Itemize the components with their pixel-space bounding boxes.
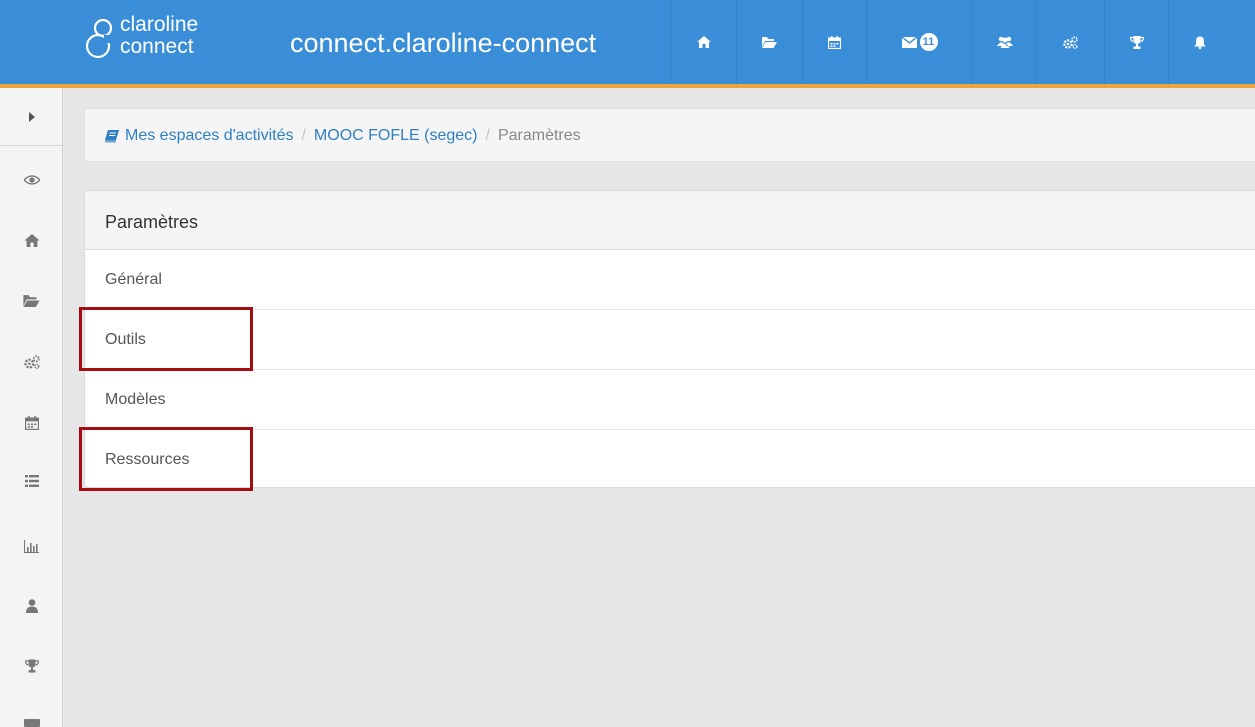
claroline-logo[interactable]: claroline connect (84, 12, 254, 74)
highlight-box-tools (79, 307, 253, 371)
eye-icon (23, 175, 40, 185)
settings-item-general[interactable]: Général (85, 250, 1255, 310)
workspace-sidebar (0, 88, 63, 727)
breadcrumb-separator: / (301, 127, 306, 144)
breadcrumb-current: Paramètres (497, 127, 581, 144)
sidebar-item-keyboard[interactable] (0, 692, 63, 727)
folder-open-icon (23, 294, 40, 307)
nav-messages-button[interactable]: 11 (866, 0, 972, 84)
nav-badges-button[interactable] (1104, 0, 1168, 84)
settings-item-tools[interactable]: Outils (85, 310, 1255, 370)
users-icon (996, 36, 1013, 48)
sidebar-item-agenda[interactable] (0, 393, 63, 453)
home-icon (696, 36, 711, 48)
folder-open-icon (762, 37, 777, 48)
sidebar-item-resources[interactable] (0, 270, 63, 330)
nav-notifications-button[interactable] (1168, 0, 1230, 84)
breadcrumb: Mes espaces d'activités / MOOC FOFLE (se… (84, 108, 1255, 162)
breadcrumb-workspaces-link[interactable]: Mes espaces d'activités (125, 126, 293, 146)
bell-icon (1193, 36, 1206, 49)
top-navbar: claroline connect connect.claroline-conn… (0, 0, 1255, 88)
breadcrumb-workspace-link[interactable]: MOOC FOFLE (segec) (314, 126, 478, 146)
cogs-icon (23, 355, 40, 369)
breadcrumb-separator: / (485, 127, 490, 144)
sidebar-item-home[interactable] (0, 210, 63, 270)
sidebar-toggle-button[interactable] (0, 88, 63, 146)
keyboard-icon (23, 719, 40, 727)
nav-admin-button[interactable] (1036, 0, 1104, 84)
trophy-icon (24, 659, 39, 673)
sidebar-item-analytics[interactable] (0, 516, 63, 576)
sidebar-item-list[interactable] (0, 451, 63, 511)
calendar-icon (24, 416, 39, 430)
logo-text-line1: claroline (120, 13, 199, 36)
messages-count-badge: 11 (919, 33, 938, 51)
envelope-icon (901, 36, 917, 48)
settings-item-models[interactable]: Modèles (85, 370, 1255, 430)
header-nav: 11 (670, 0, 1230, 84)
settings-panel-header: Paramètres (85, 191, 1255, 250)
nav-home-button[interactable] (670, 0, 736, 84)
nav-workspaces-button[interactable] (736, 0, 802, 84)
settings-panel: Paramètres Général Outils Modèles Ressou… (84, 190, 1255, 488)
nav-agenda-button[interactable] (802, 0, 866, 84)
site-name[interactable]: connect.claroline-connect (290, 26, 596, 60)
sidebar-item-users[interactable] (0, 576, 63, 636)
user-icon (25, 599, 38, 613)
sidebar-item-badges[interactable] (0, 636, 63, 696)
trophy-icon (1129, 35, 1144, 49)
highlight-box-resources (79, 427, 253, 491)
logo-mark-icon (85, 18, 118, 59)
logo-text-line2: connect (120, 35, 194, 58)
calendar-icon (828, 35, 841, 49)
sidebar-item-settings[interactable] (0, 332, 63, 392)
sidebar-item-view[interactable] (0, 150, 63, 210)
settings-item-label: Général (105, 271, 162, 288)
cogs-icon (1063, 35, 1078, 49)
book-icon (105, 129, 119, 142)
settings-item-label: Modèles (105, 391, 166, 408)
caret-right-icon (28, 111, 35, 122)
home-icon (23, 233, 40, 247)
nav-community-button[interactable] (972, 0, 1036, 84)
list-icon (24, 475, 39, 487)
settings-item-resources[interactable]: Ressources (85, 430, 1255, 490)
bar-chart-icon (24, 539, 39, 553)
settings-panel-title: Paramètres (105, 212, 199, 232)
